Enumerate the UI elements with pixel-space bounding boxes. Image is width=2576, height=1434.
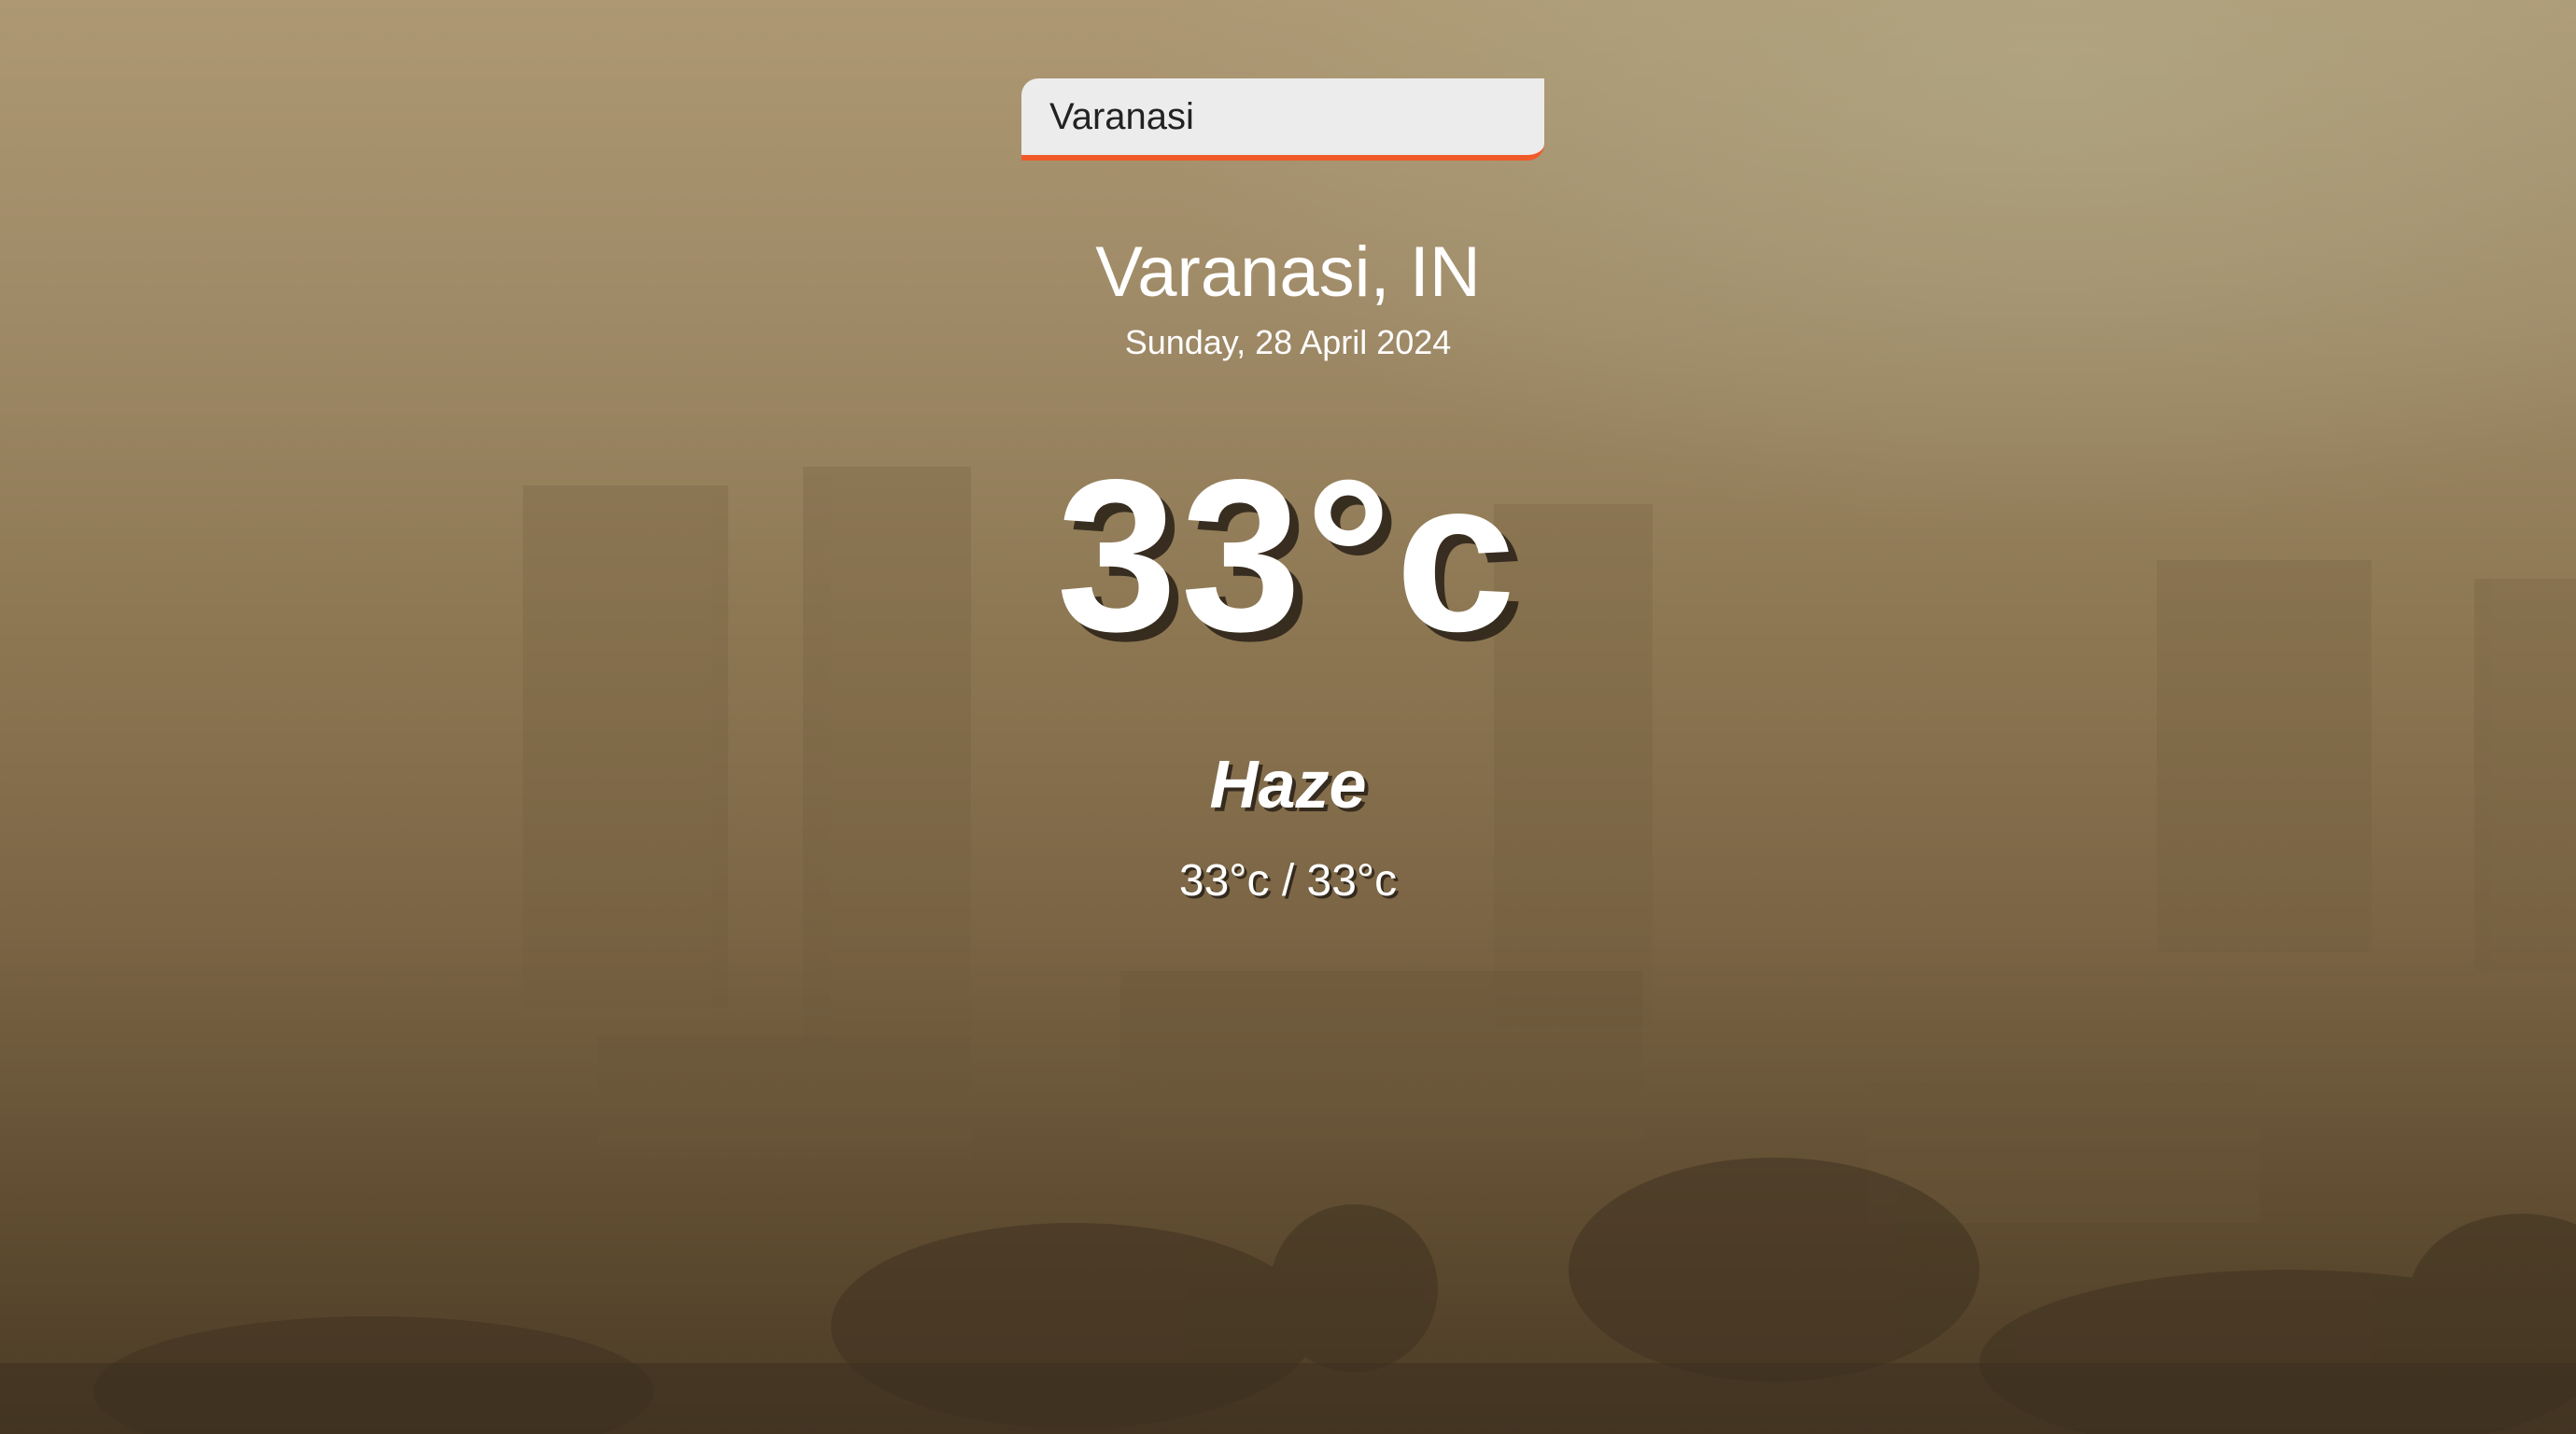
current-date: Sunday, 28 April 2024: [1124, 323, 1452, 361]
location-title: Varanasi, IN: [1095, 232, 1481, 312]
min-max-temperature: 33°c / 33°c: [1178, 856, 1398, 906]
hazy-city-background: [0, 0, 2576, 1434]
weather-condition: Haze: [1209, 748, 1367, 822]
search-box[interactable]: [1021, 78, 1544, 161]
city-search-input[interactable]: [1021, 78, 1544, 155]
city-skyline-silhouette: [0, 467, 2576, 1434]
current-temperature: 33°c: [1056, 435, 1520, 677]
